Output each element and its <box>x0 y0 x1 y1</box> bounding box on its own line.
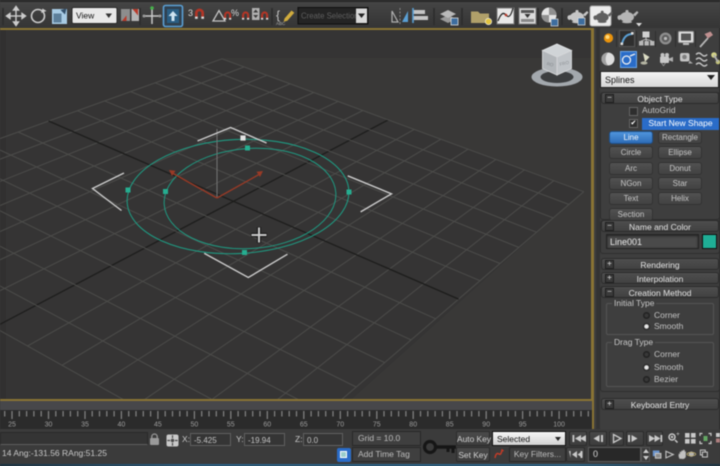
svg-text:60: 60 <box>263 422 271 429</box>
svg-text:25: 25 <box>8 422 16 429</box>
svg-text:50: 50 <box>191 422 199 429</box>
svg-text:90: 90 <box>482 422 490 429</box>
svg-text:95: 95 <box>519 422 527 429</box>
svg-text:100: 100 <box>553 422 565 429</box>
svg-text:40: 40 <box>118 422 126 429</box>
svg-text:Y:: Y: <box>236 434 244 444</box>
svg-text:{: { <box>276 8 280 22</box>
svg-text:75: 75 <box>373 422 381 429</box>
svg-text:+: + <box>676 431 680 438</box>
svg-text:85: 85 <box>446 422 454 429</box>
svg-text:35: 35 <box>81 422 89 429</box>
svg-text:3: 3 <box>188 8 193 18</box>
svg-text:%: % <box>231 8 239 18</box>
svg-text:65: 65 <box>300 422 308 429</box>
svg-text:70: 70 <box>336 422 344 429</box>
svg-text:30: 30 <box>45 422 53 429</box>
svg-text:View: View <box>76 11 95 21</box>
svg-text:X:: X: <box>182 434 190 444</box>
svg-text:55: 55 <box>227 422 235 429</box>
svg-text:80: 80 <box>409 422 417 429</box>
svg-text:Z:: Z: <box>295 434 303 444</box>
svg-text:45: 45 <box>154 422 162 429</box>
svg-text:ABC: ABC <box>276 21 286 26</box>
